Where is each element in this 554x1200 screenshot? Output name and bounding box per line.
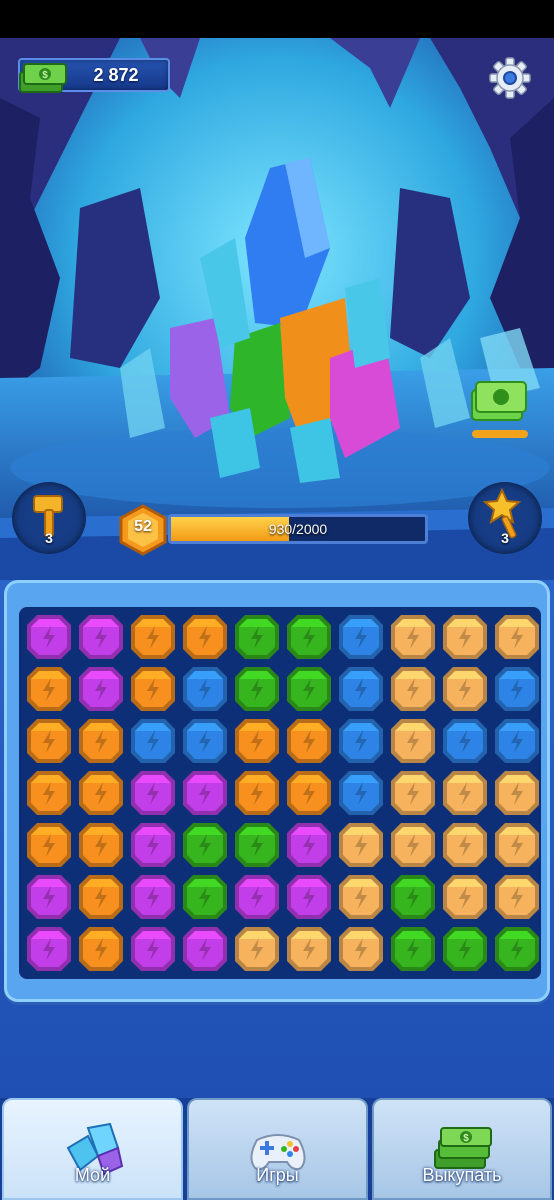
gem-orange[interactable] <box>25 717 73 765</box>
gem-peach[interactable] <box>337 821 385 869</box>
gem-purple[interactable] <box>77 613 125 661</box>
gem-orange[interactable] <box>129 665 177 713</box>
puzzle-board <box>19 607 541 979</box>
gem-blue[interactable] <box>337 717 385 765</box>
tab-games[interactable]: Игры <box>187 1098 368 1200</box>
gem-purple[interactable] <box>77 665 125 713</box>
gem-peach[interactable] <box>337 925 385 973</box>
gem-purple[interactable] <box>129 769 177 817</box>
gem-peach[interactable] <box>389 717 437 765</box>
gem-purple[interactable] <box>181 769 229 817</box>
gem-blue[interactable] <box>337 769 385 817</box>
gem-purple[interactable] <box>285 873 333 921</box>
gem-orange[interactable] <box>77 925 125 973</box>
gem-orange[interactable] <box>129 613 177 661</box>
tab-games-label: Игры <box>256 1165 299 1185</box>
gem-peach[interactable] <box>389 821 437 869</box>
gem-orange[interactable] <box>77 873 125 921</box>
gem-orange[interactable] <box>233 769 281 817</box>
gem-blue[interactable] <box>493 717 541 765</box>
gem-purple[interactable] <box>25 613 73 661</box>
gem-purple[interactable] <box>129 821 177 869</box>
gem-peach[interactable] <box>389 665 437 713</box>
gem-orange[interactable] <box>77 769 125 817</box>
gem-peach[interactable] <box>493 769 541 817</box>
level-progress-text: 930/2000 <box>268 521 328 537</box>
gem-orange[interactable] <box>77 821 125 869</box>
gem-purple[interactable] <box>181 925 229 973</box>
tab-redeem[interactable]: $ Выкупать <box>372 1098 552 1200</box>
gem-peach[interactable] <box>441 769 489 817</box>
game-area <box>0 580 554 1098</box>
bottom-navigation: Мой Игры $ Выкупать <box>0 1098 554 1200</box>
gem-orange[interactable] <box>77 717 125 765</box>
level-badge: 52 <box>118 504 168 556</box>
gem-peach[interactable] <box>389 613 437 661</box>
gem-orange[interactable] <box>25 665 73 713</box>
gear-icon <box>489 57 531 99</box>
gem-purple[interactable] <box>25 925 73 973</box>
gem-peach[interactable] <box>493 613 541 661</box>
settings-button[interactable] <box>488 56 532 100</box>
gem-green[interactable] <box>181 873 229 921</box>
gem-peach[interactable] <box>441 665 489 713</box>
gem-green[interactable] <box>441 925 489 973</box>
tab-my-label: Мой <box>74 1165 111 1185</box>
crystal-cave-scene: $ 2 872 3 3 52 930/2000 <box>0 38 554 580</box>
gem-green[interactable] <box>285 665 333 713</box>
tab-redeem-label: Выкупать <box>422 1165 502 1185</box>
gem-peach[interactable] <box>285 925 333 973</box>
gem-blue[interactable] <box>441 717 489 765</box>
level-number: 52 <box>134 518 152 535</box>
svg-text:$: $ <box>463 1133 469 1144</box>
gem-green[interactable] <box>233 665 281 713</box>
gem-orange[interactable] <box>181 613 229 661</box>
gem-blue[interactable] <box>337 665 385 713</box>
currency-counter: $ 2 872 <box>18 58 170 93</box>
gem-peach[interactable] <box>441 821 489 869</box>
gem-peach[interactable] <box>493 821 541 869</box>
gem-purple[interactable] <box>285 821 333 869</box>
status-bar <box>0 0 554 38</box>
gem-orange[interactable] <box>25 769 73 817</box>
cash-stack-icon: $ <box>19 63 67 93</box>
wand-booster-button[interactable]: 3 <box>468 482 542 554</box>
svg-text:$: $ <box>42 70 48 81</box>
gem-peach[interactable] <box>441 613 489 661</box>
gem-green[interactable] <box>233 821 281 869</box>
gem-blue[interactable] <box>181 717 229 765</box>
gem-green[interactable] <box>181 821 229 869</box>
level-progress-bar: 930/2000 <box>168 514 428 544</box>
gem-purple[interactable] <box>129 873 177 921</box>
gem-blue[interactable] <box>493 665 541 713</box>
wand-count: 3 <box>501 530 509 546</box>
gem-orange[interactable] <box>233 717 281 765</box>
gem-green[interactable] <box>285 613 333 661</box>
currency-value: 2 872 <box>93 65 139 85</box>
gem-green[interactable] <box>389 873 437 921</box>
tab-my[interactable]: Мой <box>2 1098 183 1200</box>
gem-green[interactable] <box>493 925 541 973</box>
gem-blue[interactable] <box>337 613 385 661</box>
gem-peach[interactable] <box>389 769 437 817</box>
gem-peach[interactable] <box>441 873 489 921</box>
gem-blue[interactable] <box>181 665 229 713</box>
gem-orange[interactable] <box>285 769 333 817</box>
gem-purple[interactable] <box>233 873 281 921</box>
board-frame <box>4 580 550 1002</box>
gem-orange[interactable] <box>25 821 73 869</box>
hammer-count: 3 <box>45 530 53 546</box>
hammer-booster-button[interactable]: 3 <box>12 482 86 554</box>
gem-peach[interactable] <box>233 925 281 973</box>
gem-peach[interactable] <box>337 873 385 921</box>
gem-green[interactable] <box>389 925 437 973</box>
gem-blue[interactable] <box>129 717 177 765</box>
gem-orange[interactable] <box>285 717 333 765</box>
gem-green[interactable] <box>233 613 281 661</box>
gem-purple[interactable] <box>129 925 177 973</box>
gem-purple[interactable] <box>25 873 73 921</box>
gem-peach[interactable] <box>493 873 541 921</box>
